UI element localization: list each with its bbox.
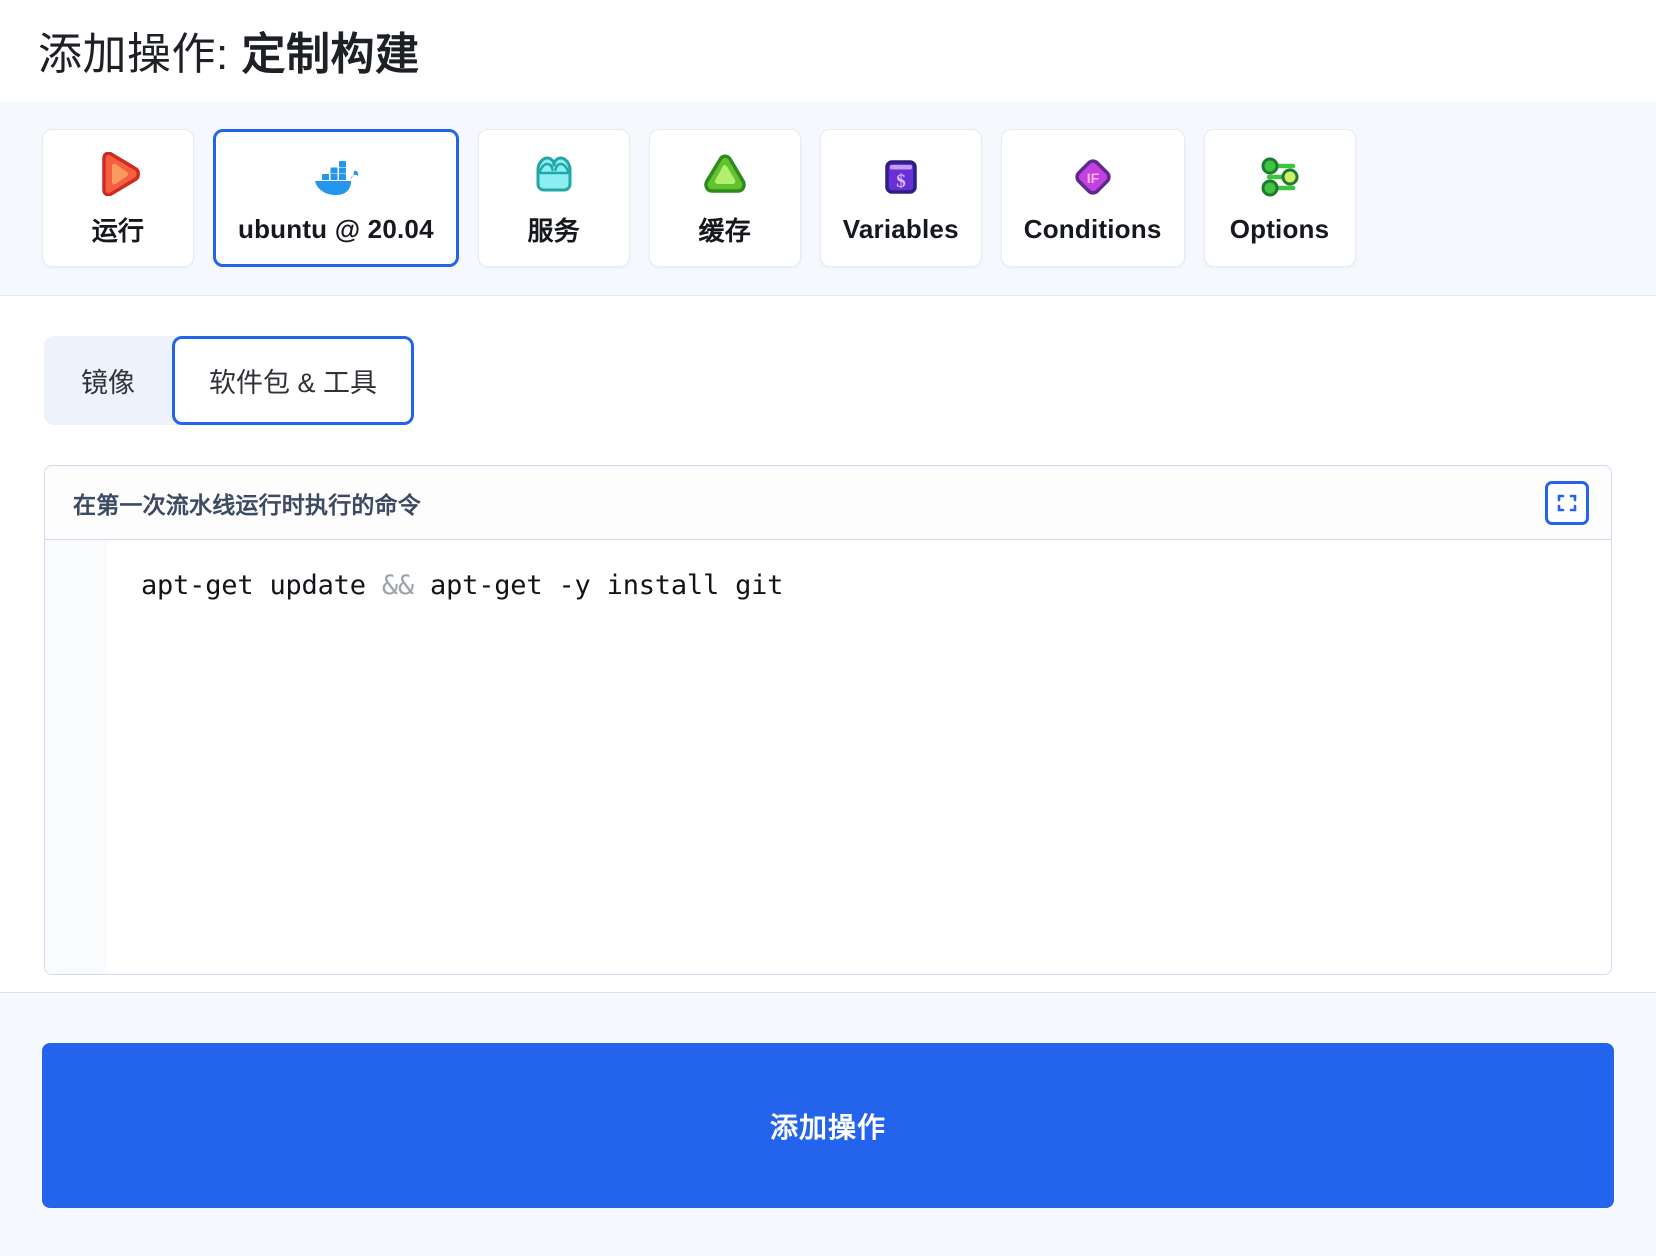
docker-whale-icon [308, 152, 364, 202]
type-card-options[interactable]: Options [1203, 129, 1356, 268]
command-editor-body[interactable]: apt-get update && apt-get -y install git [45, 540, 1611, 975]
variables-dollar-icon: $ [873, 152, 929, 202]
page-title-strong: 定制构建 [241, 30, 420, 79]
type-card-label: ubuntu @ 20.04 [238, 213, 434, 244]
dialog-footer: 添加操作 [0, 992, 1656, 1256]
dialog-root: 添加操作: 定制构建 运行 ubuntu @ 20.04 服务 缓存 $ Var… [0, 0, 1656, 1256]
cache-icon [697, 149, 753, 199]
page-title: 添加操作: 定制构建 [0, 0, 1656, 83]
page-title-prefix: 添加操作: [38, 30, 242, 79]
conditions-if-icon: IF [1065, 152, 1121, 202]
command-editor-header: 在第一次流水线运行时执行的命令 [45, 466, 1611, 541]
type-card-label: 缓存 [698, 215, 751, 246]
play-icon [90, 149, 146, 199]
code-segment-1: apt-get update [141, 570, 382, 602]
tab-image[interactable]: 镜像 [44, 336, 172, 425]
code-operator: && [381, 570, 414, 602]
type-card-conditions[interactable]: IF Conditions [1000, 129, 1185, 268]
editor-gutter [45, 540, 107, 975]
type-card-variables[interactable]: $ Variables [819, 129, 982, 268]
type-card-label: Options [1229, 213, 1330, 244]
type-card-label: Variables [842, 213, 959, 244]
type-card-run[interactable]: 运行 [42, 129, 194, 268]
settings-tabs: 镜像 软件包 & 工具 [0, 296, 1656, 426]
type-card-label: Conditions [1023, 213, 1162, 244]
svg-text:$: $ [896, 171, 906, 192]
type-card-services[interactable]: 服务 [477, 129, 630, 268]
command-editor-card: 在第一次流水线运行时执行的命令 apt-get update && apt-ge… [44, 465, 1612, 976]
svg-text:IF: IF [1086, 170, 1099, 186]
action-type-bar: 运行 ubuntu @ 20.04 服务 缓存 $ Variables IF C… [0, 101, 1656, 297]
type-card-label: 服务 [527, 215, 580, 246]
type-card-image[interactable]: ubuntu @ 20.04 [213, 129, 459, 268]
tab-packages-tools[interactable]: 软件包 & 工具 [172, 336, 415, 426]
type-card-label: 运行 [91, 215, 145, 246]
segmented-control: 镜像 软件包 & 工具 [44, 336, 415, 426]
services-icon [526, 149, 582, 199]
code-segment-2: apt-get -y install git [413, 570, 784, 602]
command-editor-title: 在第一次流水线运行时执行的命令 [73, 491, 421, 518]
fullscreen-icon[interactable] [1545, 480, 1589, 525]
command-code-text[interactable]: apt-get update && apt-get -y install git [107, 540, 1611, 974]
type-card-cache[interactable]: 缓存 [648, 129, 801, 268]
add-operation-button[interactable]: 添加操作 [42, 1043, 1614, 1208]
options-sliders-icon [1252, 152, 1308, 202]
